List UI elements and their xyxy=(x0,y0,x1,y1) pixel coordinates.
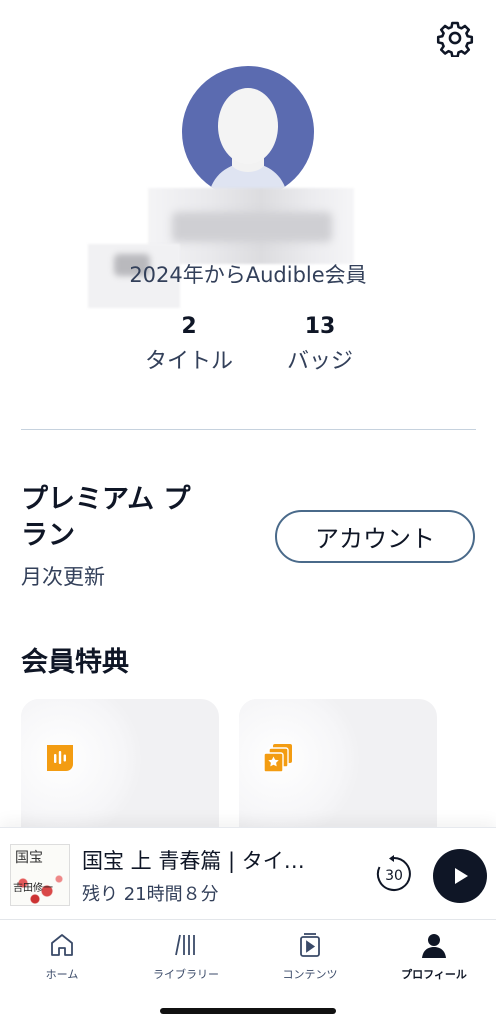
audio-waveform-icon xyxy=(47,745,73,771)
plan-title: プレミアム プラン xyxy=(21,484,191,551)
rewind-seconds: 30 xyxy=(385,868,403,884)
library-icon xyxy=(175,934,195,956)
avatar[interactable] xyxy=(182,66,314,198)
mini-player[interactable]: 国宝 吉田修一 国宝 上 青春篇 | タイ… 残り 21時間８分 30 xyxy=(0,827,496,919)
titles-label: タイトル xyxy=(144,349,233,374)
member-since-text: 2024年からAudible会員 xyxy=(129,263,367,287)
play-button[interactable] xyxy=(433,849,487,903)
badges-label: バッジ xyxy=(286,349,353,374)
titles-count: 2 xyxy=(181,314,197,339)
tab-content[interactable]: コンテンツ xyxy=(248,928,372,982)
tab-home[interactable]: ホーム xyxy=(0,928,124,982)
badges-stat[interactable]: 13 バッジ xyxy=(270,314,370,375)
tab-library-label: ライブラリー xyxy=(153,968,219,981)
default-avatar-icon xyxy=(208,88,288,198)
cover-title: 国宝 xyxy=(15,850,43,866)
tab-profile[interactable]: プロフィール xyxy=(372,928,496,982)
titles-stat[interactable]: 2 タイトル xyxy=(134,314,244,375)
content-icon xyxy=(300,933,320,957)
time-remaining: 残り 21時間８分 xyxy=(82,884,219,905)
settings-button[interactable] xyxy=(434,17,476,59)
cover-author: 吉田修一 xyxy=(13,883,53,894)
benefits-heading: 会員特典 xyxy=(21,647,129,678)
profile-icon xyxy=(422,934,446,958)
tab-library[interactable]: ライブラリー xyxy=(124,928,248,982)
tab-home-label: ホーム xyxy=(45,968,79,981)
home-indicator xyxy=(160,1008,336,1014)
star-collection-icon xyxy=(263,744,292,773)
account-button[interactable]: アカウント xyxy=(275,510,475,563)
plan-billing: 月次更新 xyxy=(21,565,105,589)
section-divider xyxy=(21,429,476,430)
tab-profile-label: プロフィール xyxy=(401,968,467,981)
home-icon xyxy=(51,934,73,956)
play-icon xyxy=(455,868,468,884)
badges-count: 13 xyxy=(304,314,336,339)
now-playing-title[interactable]: 国宝 上 青春篇 | タイ… xyxy=(82,845,352,875)
tab-content-label: コンテンツ xyxy=(282,968,338,981)
rewind-30-icon[interactable]: 30 xyxy=(374,854,414,894)
gear-icon xyxy=(436,21,474,57)
book-cover[interactable]: 国宝 吉田修一 xyxy=(10,844,70,906)
